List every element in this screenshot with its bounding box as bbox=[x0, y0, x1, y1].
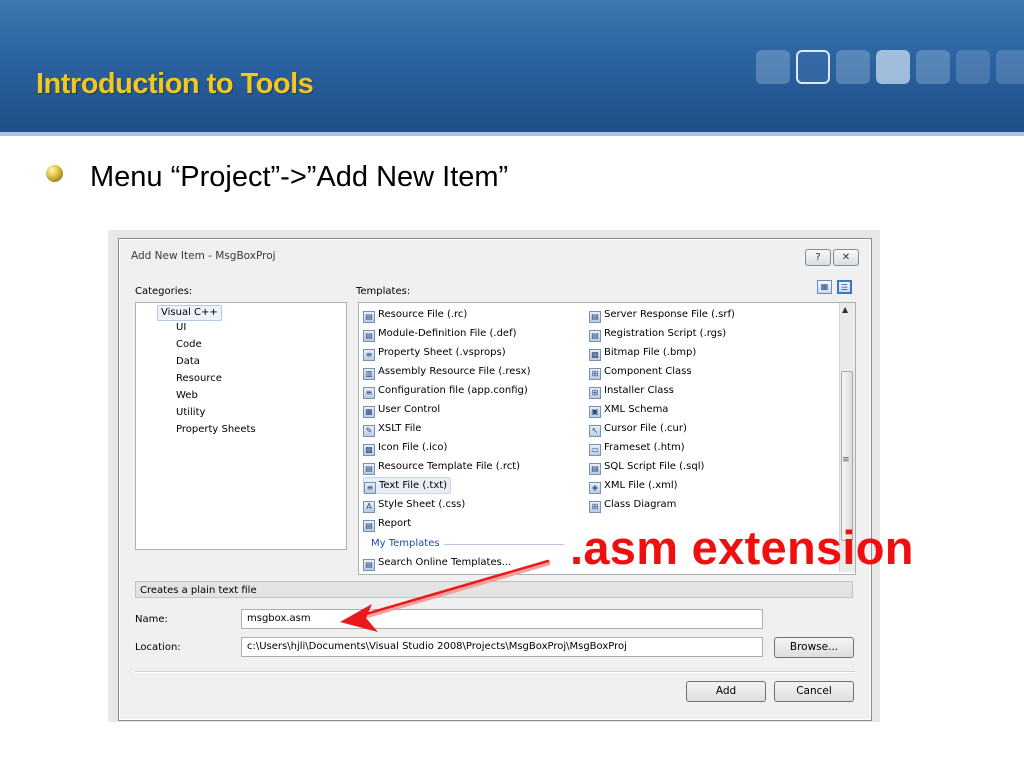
dialog-title: Add New Item - MsgBoxProj bbox=[131, 250, 276, 262]
resource-template-icon: ▤ bbox=[363, 463, 375, 475]
add-new-item-dialog: Add New Item - MsgBoxProj ? ✕ Categories… bbox=[118, 238, 872, 721]
decor-square bbox=[876, 50, 910, 84]
template-item[interactable]: ▤ Module-Definition File (.def) bbox=[363, 325, 517, 342]
add-button[interactable]: Add bbox=[686, 681, 766, 702]
template-item[interactable]: ▤ Resource File (.rc) bbox=[363, 306, 467, 323]
template-item[interactable]: ▦ User Control bbox=[363, 401, 440, 418]
class-diagram-icon: ⊞ bbox=[589, 501, 601, 513]
xslt-icon: ✎ bbox=[363, 425, 375, 437]
template-item[interactable]: ▩ Icon File (.ico) bbox=[363, 439, 447, 456]
location-input[interactable]: c:\Users\hjli\Documents\Visual Studio 20… bbox=[241, 637, 763, 657]
category-item[interactable]: Utility bbox=[176, 407, 205, 418]
category-item[interactable]: Property Sheets bbox=[176, 424, 256, 435]
template-item[interactable]: ▭ Frameset (.htm) bbox=[589, 439, 685, 456]
template-item[interactable]: ≡ Property Sheet (.vsprops) bbox=[363, 344, 506, 361]
category-visual-cpp[interactable]: Visual C++ bbox=[157, 305, 222, 321]
name-input[interactable]: msgbox.asm bbox=[241, 609, 763, 629]
slide-header: Introduction to Tools bbox=[0, 0, 1024, 132]
server-icon: ▤ bbox=[589, 311, 601, 323]
frameset-icon: ▭ bbox=[589, 444, 601, 456]
close-button[interactable]: ✕ bbox=[833, 249, 859, 266]
sql-icon: ▤ bbox=[589, 463, 601, 475]
category-item[interactable]: UI bbox=[176, 322, 186, 333]
xml-file-icon: ◈ bbox=[589, 482, 601, 494]
resource-icon: ▤ bbox=[363, 311, 375, 323]
property-sheet-icon: ≡ bbox=[363, 349, 375, 361]
template-item-selected[interactable]: ≡ Text File (.txt) bbox=[363, 477, 452, 494]
header-divider bbox=[0, 132, 1024, 136]
my-templates-divider bbox=[444, 544, 564, 545]
name-label: Name: bbox=[135, 614, 168, 625]
style-sheet-icon: A bbox=[363, 501, 375, 513]
slide-title: Introduction to Tools bbox=[36, 68, 314, 100]
template-item[interactable]: A Style Sheet (.css) bbox=[363, 496, 465, 513]
help-icon: ? bbox=[815, 252, 821, 263]
decor-square bbox=[756, 50, 790, 84]
template-item[interactable]: ▩ Bitmap File (.bmp) bbox=[589, 344, 696, 361]
icon-file-icon: ▩ bbox=[363, 444, 375, 456]
template-item[interactable]: ✎ XSLT File bbox=[363, 420, 421, 437]
template-item[interactable]: ◈ XML File (.xml) bbox=[589, 477, 678, 494]
close-icon: ✕ bbox=[841, 252, 851, 263]
my-templates-header: My Templates bbox=[371, 538, 440, 549]
location-label: Location: bbox=[135, 642, 181, 653]
category-item[interactable]: Resource bbox=[176, 373, 222, 384]
bullet-text: Menu “Project”->”Add New Item” bbox=[90, 161, 509, 193]
template-item[interactable]: ▤ SQL Script File (.sql) bbox=[589, 458, 704, 475]
scroll-grip-icon: ≡ bbox=[842, 455, 850, 465]
config-icon: ≡ bbox=[363, 387, 375, 399]
template-item[interactable]: ▤ Resource Template File (.rct) bbox=[363, 458, 520, 475]
text-file-icon: ≡ bbox=[364, 482, 376, 494]
report-icon: ▤ bbox=[363, 520, 375, 532]
categories-label: Categories: bbox=[135, 286, 193, 297]
component-icon: ⊞ bbox=[589, 368, 601, 380]
cancel-button[interactable]: Cancel bbox=[774, 681, 854, 702]
search-online-icon: ▤ bbox=[363, 559, 375, 571]
script-icon: ▤ bbox=[589, 330, 601, 342]
search-online-templates[interactable]: ▤ Search Online Templates... bbox=[363, 554, 511, 571]
decor-square bbox=[796, 50, 830, 84]
template-item[interactable]: ▣ XML Schema bbox=[589, 401, 668, 418]
template-item[interactable]: ▥ Assembly Resource File (.resx) bbox=[363, 363, 530, 380]
large-icons-view-icon[interactable]: ▦ bbox=[817, 280, 832, 294]
bullet-icon bbox=[46, 165, 63, 182]
assembly-icon: ▥ bbox=[363, 368, 375, 380]
decor-square bbox=[836, 50, 870, 84]
template-item[interactable]: ↖ Cursor File (.cur) bbox=[589, 420, 687, 437]
bitmap-icon: ▩ bbox=[589, 349, 601, 361]
category-item[interactable]: Data bbox=[176, 356, 200, 367]
decor-square bbox=[996, 50, 1024, 84]
template-item[interactable]: ⊞ Component Class bbox=[589, 363, 692, 380]
category-item[interactable]: Web bbox=[176, 390, 198, 401]
template-item[interactable]: ≡ Configuration file (app.config) bbox=[363, 382, 528, 399]
user-control-icon: ▦ bbox=[363, 406, 375, 418]
small-icons-view-icon[interactable]: ☰ bbox=[837, 280, 852, 294]
decor-square bbox=[956, 50, 990, 84]
template-description: Creates a plain text file bbox=[135, 581, 853, 598]
categories-tree[interactable]: Visual C++ UI Code Data Resource Web Uti… bbox=[135, 302, 347, 550]
templates-label: Templates: bbox=[356, 286, 411, 297]
category-item[interactable]: Code bbox=[176, 339, 202, 350]
template-item[interactable]: ▤ Server Response File (.srf) bbox=[589, 306, 735, 323]
help-button[interactable]: ? bbox=[805, 249, 831, 266]
browse-button[interactable]: Browse... bbox=[774, 637, 854, 658]
decor-square bbox=[916, 50, 950, 84]
cursor-icon: ↖ bbox=[589, 425, 601, 437]
template-item[interactable]: ▤ Registration Script (.rgs) bbox=[589, 325, 726, 342]
template-item[interactable]: ▤ Report bbox=[363, 515, 411, 532]
footer-divider bbox=[135, 671, 855, 673]
scroll-up-icon[interactable]: ▲ bbox=[842, 305, 848, 314]
installer-icon: ⊞ bbox=[589, 387, 601, 399]
asm-extension-annotation: .asm extension bbox=[570, 521, 914, 574]
template-item[interactable]: ⊞ Class Diagram bbox=[589, 496, 676, 513]
xml-schema-icon: ▣ bbox=[589, 406, 601, 418]
module-icon: ▤ bbox=[363, 330, 375, 342]
template-item[interactable]: ⊞ Installer Class bbox=[589, 382, 674, 399]
